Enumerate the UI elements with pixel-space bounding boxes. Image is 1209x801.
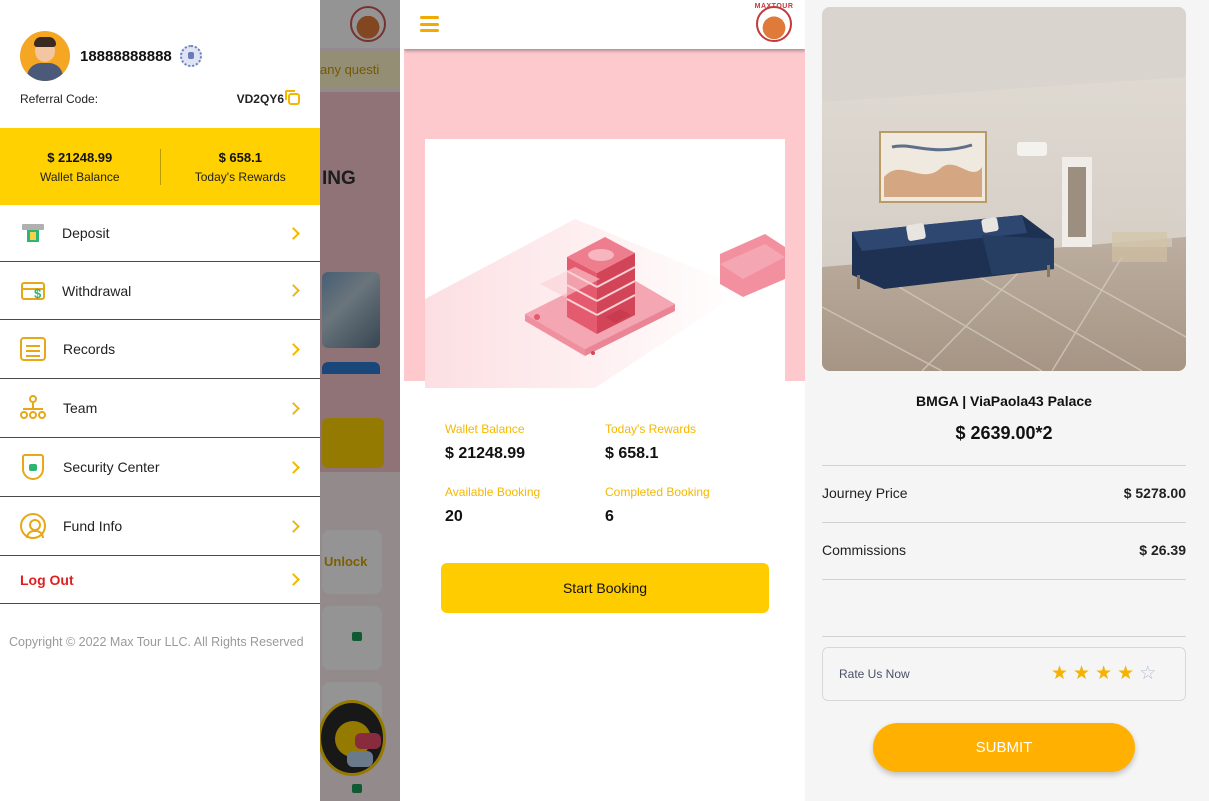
rate-label: Rate Us Now [839, 667, 910, 681]
logout-button[interactable]: Log Out [0, 556, 320, 604]
order-detail-screen: BMGA | ViaPaola43 Palace $ 2639.00*2 Jou… [805, 0, 1209, 801]
balance-summary: $ 21248.99 Wallet Balance $ 658.1 Today'… [0, 128, 320, 205]
product-title: BMGA | ViaPaola43 Palace [916, 393, 1092, 409]
stat-completed-booking: Completed Booking 6 [605, 485, 765, 526]
menu-item-label: Security Center [63, 459, 160, 475]
chevron-right-icon [287, 573, 300, 586]
star-icon-filled[interactable]: ★ [1051, 662, 1068, 686]
user-circle-icon [20, 513, 46, 539]
user-info: 18888888888 [20, 31, 202, 81]
menu-item-team[interactable]: Team [0, 379, 320, 438]
logout-label: Log Out [20, 571, 74, 588]
chevron-right-icon [287, 519, 300, 533]
left-screen: any questi ING Unlock 18888888888 Referr… [0, 0, 400, 801]
chevron-right-icon [287, 342, 300, 356]
deposit-icon [20, 220, 46, 246]
menu-item-label: Records [63, 341, 116, 357]
commissions-label: Commissions [822, 542, 907, 558]
shield-lock-icon [20, 454, 46, 480]
top-bar: MAXTOUR [404, 0, 805, 49]
chevron-right-icon [287, 284, 300, 297]
chevron-right-icon [287, 401, 300, 415]
chevron-right-icon [287, 226, 300, 240]
journey-price-value: $ 5278.00 [1123, 485, 1186, 501]
side-drawer: 18888888888 Referral Code: VD2QY6 $ 2124… [0, 0, 320, 801]
menu-item-label: Fund Info [63, 518, 123, 534]
divider [822, 579, 1186, 580]
commissions-value: $ 26.39 [1139, 542, 1186, 558]
star-icon-filled[interactable]: ★ [1073, 662, 1090, 686]
property-photo [822, 7, 1186, 371]
wallet-balance: $ 21248.99 Wallet Balance [0, 150, 160, 184]
stat-todays-rewards: Today's Rewards $ 658.1 [605, 422, 765, 463]
avatar [20, 31, 70, 81]
star-icon-filled[interactable]: ★ [1095, 662, 1112, 686]
referral-code[interactable]: VD2QY6 [236, 90, 300, 106]
hamburger-menu-icon[interactable] [420, 16, 439, 32]
stat-wallet-balance: Wallet Balance $ 21248.99 [445, 422, 605, 463]
vip-badge-icon [179, 45, 202, 67]
menu-item-deposit[interactable]: Deposit [0, 205, 320, 262]
journey-price-label: Journey Price [822, 485, 908, 501]
start-booking-button[interactable]: Start Booking [441, 563, 769, 613]
menu-item-label: Deposit [62, 225, 110, 241]
stat-value: $ 658.1 [605, 445, 659, 462]
divider [822, 636, 1186, 637]
todays-rewards-label: Today's Rewards [194, 169, 286, 184]
star-icon-filled[interactable]: ★ [1117, 662, 1134, 686]
user-phone: 18888888888 [80, 47, 172, 65]
product-price: $ 2639.00*2 [955, 423, 1053, 443]
logo-text: MAXTOUR [754, 3, 794, 10]
stat-label: Completed Booking [605, 485, 710, 499]
drawer-menu: Deposit $ Withdrawal Records Team Securi… [0, 205, 320, 604]
booking-screen: MAXTOUR Wallet Balance $ 21248.99 Today'… [404, 0, 805, 801]
menu-item-withdrawal[interactable]: $ Withdrawal [0, 262, 320, 320]
menu-item-label: Team [63, 400, 98, 416]
team-tree-icon [20, 395, 46, 421]
star-rating: ★ ★ ★ ★ ☆ [1051, 662, 1161, 686]
chevron-right-icon [287, 460, 300, 474]
stat-value: $ 21248.99 [445, 445, 526, 462]
submit-button[interactable]: SUBMIT [873, 723, 1135, 772]
referral-code-value: VD2QY6 [236, 92, 284, 106]
journey-price-row: Journey Price $ 5278.00 [822, 485, 1186, 501]
stat-label: Wallet Balance [445, 422, 525, 436]
referral-row: Referral Code: VD2QY6 [20, 90, 300, 106]
menu-item-records[interactable]: Records [0, 320, 320, 379]
commissions-row: Commissions $ 26.39 [822, 542, 1186, 558]
menu-item-fund-info[interactable]: Fund Info [0, 497, 320, 556]
todays-rewards: $ 658.1 Today's Rewards [161, 150, 321, 184]
maxtour-logo-icon [756, 6, 792, 42]
calendar-records-icon [20, 336, 46, 362]
menu-item-label: Withdrawal [62, 282, 132, 299]
wallet-balance-value: $ 21248.99 [47, 149, 113, 165]
todays-rewards-value: $ 658.1 [218, 149, 262, 165]
stat-available-booking: Available Booking 20 [445, 485, 605, 526]
stat-label: Today's Rewards [605, 422, 696, 436]
rating-box: Rate Us Now ★ ★ ★ ★ ☆ [822, 647, 1186, 701]
stat-label: Available Booking [445, 485, 541, 499]
referral-label: Referral Code: [20, 92, 99, 106]
stat-value: 20 [445, 508, 463, 525]
stat-value: 6 [605, 508, 614, 525]
copyright-text: Copyright © 2022 Max Tour LLC. All Right… [9, 635, 304, 649]
booking-stats: Wallet Balance $ 21248.99 Today's Reward… [445, 422, 775, 526]
star-icon-empty[interactable]: ☆ [1139, 662, 1156, 686]
divider [822, 465, 1186, 466]
copy-icon[interactable] [285, 90, 300, 105]
withdrawal-card-icon: $ [20, 278, 46, 304]
divider [822, 522, 1186, 523]
building-illustration [425, 139, 785, 388]
wallet-balance-label: Wallet Balance [39, 169, 120, 184]
menu-item-security-center[interactable]: Security Center [0, 438, 320, 497]
